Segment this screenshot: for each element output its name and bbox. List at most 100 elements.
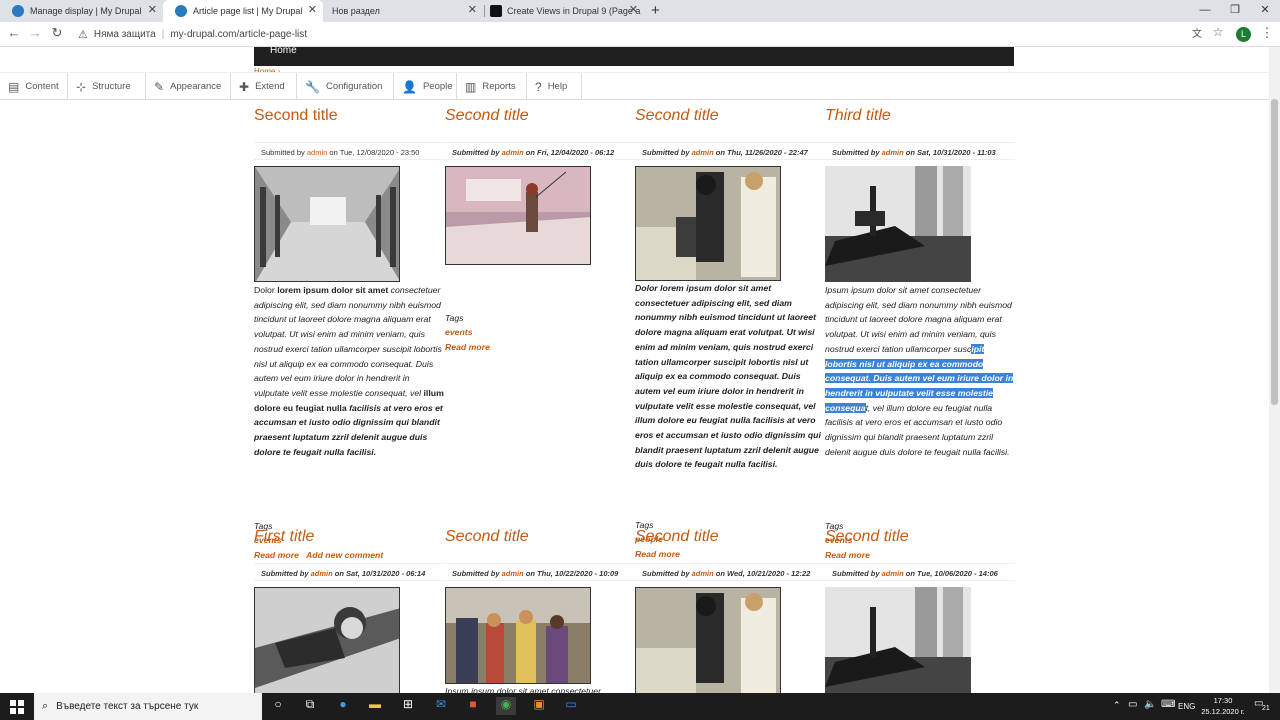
author-link[interactable]: admin (692, 148, 714, 157)
submitted-date: on Sat, 10/31/2020 - 06:14 (334, 569, 426, 578)
author-link[interactable]: admin (311, 569, 333, 578)
article-image[interactable] (445, 166, 591, 265)
article-image[interactable] (254, 166, 400, 282)
edge-icon[interactable]: ● (333, 697, 353, 715)
back-arrow-icon[interactable]: ← (5, 25, 23, 40)
volume-icon[interactable]: 🔈 (1144, 699, 1156, 710)
extend-icon: ✚ (239, 79, 250, 94)
window-close-icon[interactable]: ✕ (1250, 0, 1280, 20)
tag-link[interactable]: events (445, 327, 473, 337)
tab-new-tab[interactable]: Нов раздел ✕ (323, 0, 483, 22)
menu-kebab-icon[interactable]: ⋮ (1258, 25, 1276, 41)
taskbar-search-box[interactable]: ⌕ Въведете текст за търсене тук (34, 693, 262, 720)
article-image[interactable] (825, 587, 971, 693)
submitted-prefix: Submitted by (452, 569, 500, 578)
article-title[interactable]: Third title (825, 107, 1015, 125)
page-scrollbar[interactable] (1269, 47, 1280, 693)
add-comment-link[interactable]: Add new comment (306, 550, 383, 560)
reload-icon[interactable]: ↻ (48, 25, 66, 41)
article-image[interactable] (445, 587, 591, 684)
cortana-icon[interactable]: ○ (268, 697, 288, 715)
office-computer-photo (636, 167, 780, 280)
tray-chevron-icon[interactable]: ⌃ (1113, 700, 1121, 711)
close-icon[interactable]: ✕ (629, 3, 638, 16)
admin-menu-structure[interactable]: ⊹ Structure (68, 73, 146, 100)
language-indicator[interactable]: ENG (1178, 702, 1195, 711)
keyboard-icon[interactable]: ⌨ (1161, 699, 1175, 710)
author-link[interactable]: admin (307, 148, 327, 157)
forward-arrow-icon[interactable]: → (26, 25, 44, 40)
chrome-icon[interactable]: ◉ (496, 697, 516, 715)
admin-menu-extend[interactable]: ✚ Extend (231, 73, 297, 100)
admin-menu-content[interactable]: ▤ Content (0, 73, 68, 100)
menu-label: Extend (255, 81, 285, 92)
read-more-link[interactable]: Read more (825, 550, 870, 560)
article-image[interactable] (635, 166, 781, 281)
article-body: Ipsum ipsum dolor sit amet consectetuer … (825, 283, 1015, 459)
search-icon: ⌕ (42, 700, 49, 712)
article-image[interactable] (635, 587, 781, 693)
article-title[interactable]: First title (254, 528, 444, 546)
read-more-link[interactable]: Read more (254, 550, 299, 560)
admin-menu-appearance[interactable]: ✎ Appearance (146, 73, 231, 100)
task-view-icon[interactable]: ⧉ (300, 697, 320, 715)
close-icon[interactable]: ✕ (148, 3, 157, 16)
bookmark-star-icon[interactable]: ☆ (1209, 25, 1227, 39)
security-status[interactable]: Няма защита (94, 29, 156, 40)
article-teaser: Second title Submitted by admin on Wed, … (635, 528, 825, 693)
author-link[interactable]: admin (502, 569, 524, 578)
article-image[interactable] (254, 587, 400, 693)
browser-toolbar: ← → ↻ ⚠ Няма защита | my-drupal.com/arti… (0, 22, 1280, 47)
tab-manage-display[interactable]: Manage display | My Drupal ✕ (0, 0, 163, 22)
author-link[interactable]: admin (882, 148, 904, 157)
article-title[interactable]: Second title (445, 528, 635, 546)
store-icon[interactable]: ⊞ (398, 697, 418, 715)
article-title[interactable]: Second title (254, 107, 444, 125)
address-bar[interactable]: ⚠ Няма защита | my-drupal.com/article-pa… (70, 24, 1180, 44)
author-link[interactable]: admin (502, 148, 524, 157)
article-image[interactable] (825, 166, 971, 282)
restore-icon[interactable]: ❐ (1220, 0, 1250, 20)
read-more-link[interactable]: Read more (635, 549, 680, 559)
admin-menu-configuration[interactable]: 🔧 Configuration (297, 73, 394, 100)
clock-time[interactable]: 17:30 (1200, 696, 1246, 705)
article-title[interactable]: Second title (635, 528, 825, 546)
close-icon[interactable]: ✕ (468, 3, 477, 16)
start-button[interactable] (0, 693, 34, 720)
profile-avatar[interactable]: L (1236, 27, 1251, 42)
office-icon[interactable]: ■ (463, 697, 483, 715)
aviator-photo (255, 588, 399, 693)
site-header-bar (254, 47, 1014, 66)
url-text[interactable]: my-drupal.com/article-page-list (170, 29, 307, 40)
tab-article-page-list[interactable]: Article page list | My Drupal ✕ (163, 0, 323, 22)
author-link[interactable]: admin (692, 569, 714, 578)
file-explorer-icon[interactable]: ▬ (365, 697, 385, 715)
article-title[interactable]: Second title (445, 107, 635, 125)
admin-menu-reports[interactable]: ▥ Reports (457, 73, 527, 100)
article-title[interactable]: Second title (825, 528, 1015, 546)
admin-menu-help[interactable]: ? Help (527, 73, 582, 100)
network-icon[interactable]: ▭ (1128, 699, 1137, 710)
submitted-prefix: Submitted by (261, 148, 305, 157)
body-italic: consectetuer adipiscing elit, sed diam n… (254, 285, 442, 398)
admin-menu-people[interactable]: 👤 People (394, 73, 457, 100)
mail-icon[interactable]: ✉ (431, 697, 451, 715)
zoom-icon[interactable]: ▭ (561, 697, 581, 715)
article-title[interactable]: Second title (635, 107, 825, 125)
tab-create-views[interactable]: Create Views in Drupal 9 (Page a ✕ (484, 0, 644, 22)
translate-icon[interactable]: 文 (1188, 25, 1206, 40)
author-link[interactable]: admin (882, 569, 904, 578)
home-nav-link[interactable]: Home (270, 47, 297, 56)
new-tab-plus-icon[interactable]: + (651, 2, 660, 19)
submitted-info: Submitted by admin on Thu, 11/26/2020 - … (635, 142, 825, 160)
browser-tab-bar: Manage display | My Drupal ✕ Article pag… (0, 0, 1280, 22)
submitted-prefix: Submitted by (261, 569, 309, 578)
tab-label: Manage display | My Drupal (30, 6, 142, 16)
minimize-icon[interactable]: — (1190, 0, 1220, 20)
close-icon[interactable]: ✕ (308, 3, 317, 16)
clock-date[interactable]: 25.12.2020 г. (1196, 707, 1250, 716)
read-more-link[interactable]: Read more (445, 342, 490, 352)
menu-label: Appearance (170, 81, 222, 92)
scrollbar-thumb[interactable] (1271, 99, 1278, 405)
app-icon[interactable]: ▣ (529, 697, 549, 715)
